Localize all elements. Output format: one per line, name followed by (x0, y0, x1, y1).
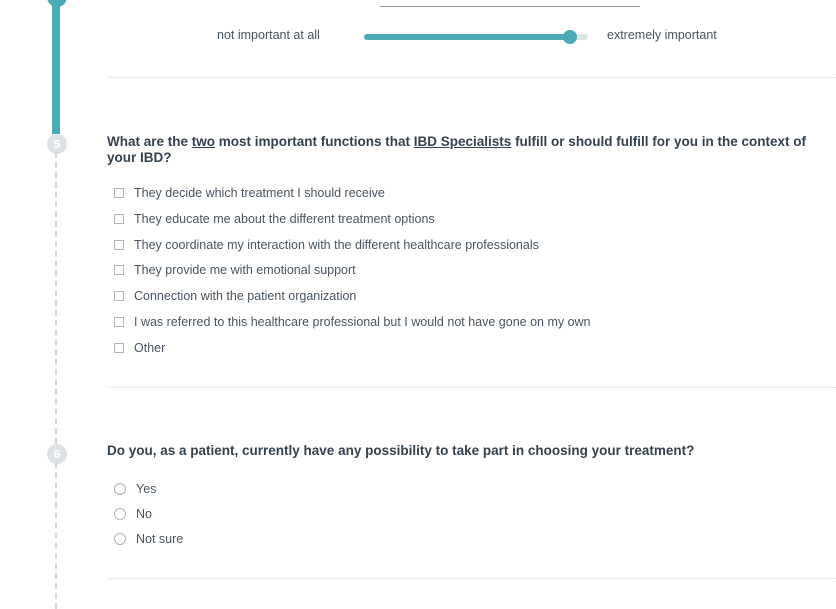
radio-button[interactable] (114, 483, 126, 495)
section-divider (107, 578, 836, 579)
option-label: No (136, 507, 152, 521)
section-divider (107, 77, 836, 78)
option-label: Connection with the patient organization (134, 289, 357, 303)
question-5-title: What are the two most important function… (107, 134, 829, 166)
timeline-dashed-line (55, 462, 57, 609)
checkbox-option[interactable]: I was referred to this healthcare profes… (114, 313, 591, 331)
slider-handle[interactable] (563, 30, 578, 44)
clipped-previous-heading (0, 0, 836, 7)
section-divider (107, 387, 836, 388)
checkbox-option[interactable]: They provide me with emotional support (114, 261, 356, 279)
question-6-title: Do you, as a patient, currently have any… (107, 443, 695, 458)
step-badge-6: 6 (47, 444, 67, 464)
radio-button[interactable] (114, 508, 126, 520)
checkbox-option[interactable]: Other (114, 339, 165, 357)
checkbox[interactable] (114, 291, 124, 301)
importance-slider-row: not important at all extremely important (0, 28, 836, 46)
option-label: I was referred to this healthcare profes… (134, 315, 591, 329)
option-label: They provide me with emotional support (134, 263, 356, 277)
slider-max-label: extremely important (607, 28, 717, 42)
checkbox-option[interactable]: Connection with the patient organization (114, 287, 356, 305)
option-label: They educate me about the different trea… (134, 212, 435, 226)
question-emphasis: two (191, 134, 216, 149)
option-label: Yes (136, 482, 157, 496)
timeline-dashed-line (55, 152, 57, 444)
question-text: most important functions that (215, 134, 414, 149)
option-label: Not sure (136, 532, 184, 546)
heading-underline (380, 6, 640, 7)
slider-min-label: not important at all (217, 28, 320, 42)
radio-option[interactable]: No (114, 505, 152, 523)
timeline-progress-line (52, 0, 60, 134)
checkbox-option[interactable]: They coordinate my interaction with the … (114, 236, 539, 254)
option-label: Other (134, 341, 166, 355)
radio-option[interactable]: Not sure (114, 530, 183, 548)
option-label: They coordinate my interaction with the … (134, 238, 539, 252)
importance-slider[interactable] (364, 30, 588, 44)
checkbox-option[interactable]: They educate me about the different trea… (114, 210, 435, 228)
checkbox-option[interactable]: They decide which treatment I should rec… (114, 184, 385, 202)
question-emphasis: IBD Specialists (413, 134, 512, 149)
question-text: What are the (107, 134, 192, 149)
checkbox[interactable] (114, 343, 124, 353)
checkbox[interactable] (114, 188, 124, 198)
checkbox[interactable] (114, 317, 124, 327)
slider-fill (364, 34, 571, 40)
option-label: They decide which treatment I should rec… (134, 186, 385, 200)
checkbox[interactable] (114, 240, 124, 250)
radio-button[interactable] (114, 533, 126, 545)
checkbox[interactable] (114, 214, 124, 224)
checkbox[interactable] (114, 265, 124, 275)
radio-option[interactable]: Yes (114, 480, 156, 498)
step-badge-5: 5 (47, 134, 67, 154)
